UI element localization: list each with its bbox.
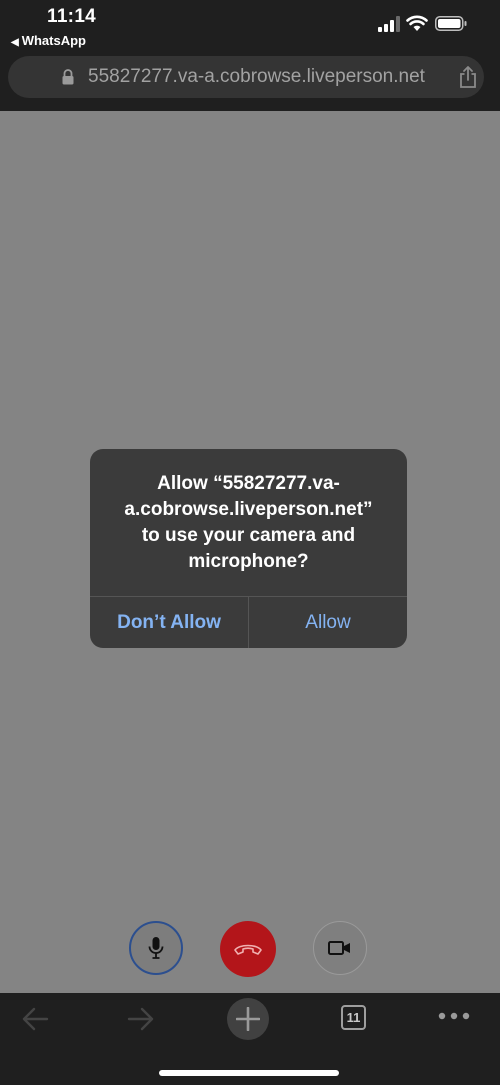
dialog-message-line: to use your camera and bbox=[141, 525, 356, 546]
address-bar[interactable]: 55827277.va-a.cobrowse.liveperson.net bbox=[8, 56, 484, 98]
url-text: 55827277.va-a.cobrowse.liveperson.net bbox=[88, 66, 425, 87]
back-arrow-icon[interactable] bbox=[20, 1006, 50, 1032]
address-bar-area: 55827277.va-a.cobrowse.liveperson.net bbox=[0, 56, 500, 111]
back-to-app-link[interactable]: ◀ WhatsApp bbox=[11, 33, 86, 48]
microphone-icon bbox=[148, 937, 164, 959]
status-time: 11:14 bbox=[47, 6, 97, 27]
dialog-message: Allow “55827277.va- a.cobrowse.liveperso… bbox=[90, 471, 407, 575]
forward-arrow-icon[interactable] bbox=[126, 1006, 156, 1032]
allow-button[interactable]: Allow bbox=[249, 597, 407, 648]
hang-up-icon bbox=[234, 944, 262, 955]
new-tab-plus-icon bbox=[236, 1007, 260, 1031]
home-indicator[interactable] bbox=[159, 1070, 339, 1076]
battery-icon bbox=[435, 16, 467, 31]
more-icon[interactable] bbox=[438, 1011, 470, 1021]
cellular-signal-icon bbox=[378, 16, 400, 32]
video-camera-icon bbox=[328, 941, 350, 955]
dialog-message-line: a.cobrowse.liveperson.net” bbox=[124, 499, 373, 520]
hang-up-button[interactable] bbox=[220, 921, 276, 977]
lock-icon bbox=[62, 69, 74, 85]
dialog-message-line: microphone? bbox=[188, 551, 309, 572]
new-tab-button[interactable] bbox=[227, 998, 269, 1040]
tabs-button[interactable]: 11 bbox=[341, 1005, 366, 1030]
back-triangle-icon: ◀ bbox=[11, 37, 19, 48]
back-app-label: WhatsApp bbox=[21, 33, 86, 48]
status-bar: 11:14 ◀ WhatsApp bbox=[0, 0, 500, 56]
permission-dialog: Allow “55827277.va- a.cobrowse.liveperso… bbox=[90, 449, 407, 648]
share-icon[interactable] bbox=[458, 65, 478, 89]
dialog-message-line: Allow “55827277.va- bbox=[157, 473, 340, 494]
mute-microphone-button[interactable] bbox=[129, 921, 183, 975]
dont-allow-button[interactable]: Don’t Allow bbox=[90, 597, 248, 648]
wifi-icon bbox=[406, 15, 428, 31]
toggle-camera-button[interactable] bbox=[313, 921, 367, 975]
